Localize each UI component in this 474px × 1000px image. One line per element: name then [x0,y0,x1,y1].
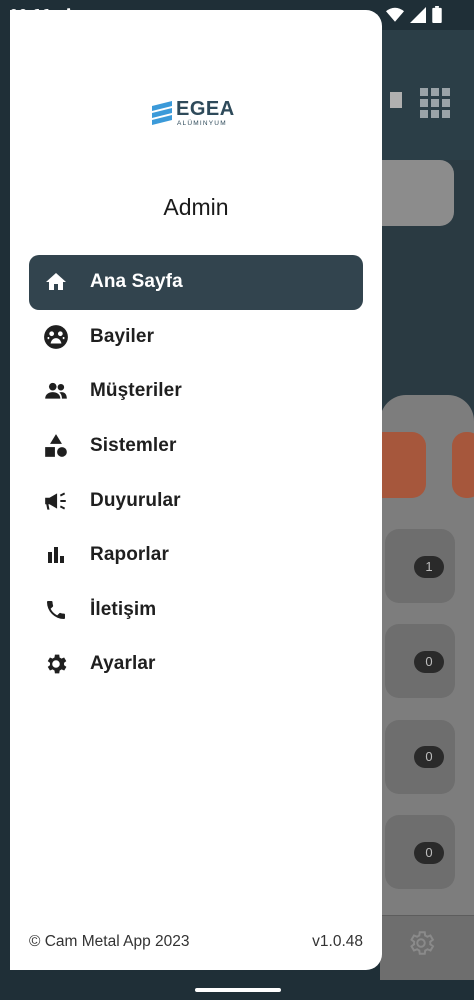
battery-icon [432,6,442,23]
settings-icon [43,651,69,677]
menu-item-bayiler[interactable]: Bayiler [29,310,363,365]
count-badge: 0 [414,842,444,864]
count-badge: 0 [414,746,444,768]
status-icons [386,6,442,23]
home-icon [43,269,69,295]
menu-item-duyurular[interactable]: Duyurular [29,473,363,528]
menu-item-sistemler[interactable]: Sistemler [29,419,363,474]
megaphone-icon [43,488,69,514]
systems-icon [43,433,69,459]
version-text: v1.0.48 [312,933,363,950]
logo-text: EGEA [176,98,235,120]
menu-label: İletişim [90,598,157,620]
menu-label: Duyurular [90,489,181,511]
menu-label: Sistemler [90,435,177,457]
phone-icon [43,597,69,623]
menu-item-iletisim[interactable]: İletişim [29,583,363,638]
bell-icon [390,92,402,108]
bar-chart-icon [43,542,69,568]
navigation-drawer: EGEA ALÜMINYUM Admin Ana Sayfa Bayiler M… [10,10,382,970]
settings-status-icon [62,8,75,20]
customers-icon [43,378,69,404]
dealers-icon [43,324,69,350]
home-indicator[interactable] [195,988,281,992]
background-orange-tile [452,432,474,498]
count-badge: 1 [414,556,444,578]
menu-label: Ana Sayfa [90,271,183,293]
menu-item-raporlar[interactable]: Raporlar [29,528,363,583]
menu-label: Müşteriler [90,380,182,402]
logo-subtext: ALÜMINYUM [177,120,227,127]
signal-icon [410,6,426,23]
menu-label: Raporlar [90,544,169,566]
menu-item-ayarlar[interactable]: Ayarlar [29,637,363,692]
menu-label: Bayiler [90,325,155,347]
copyright-text: © Cam Metal App 2023 [29,933,190,950]
egea-logo: EGEA ALÜMINYUM [150,98,240,138]
count-badge: 0 [414,651,444,673]
apps-grid-icon [420,88,450,118]
menu-item-musteriler[interactable]: Müşteriler [29,364,363,419]
status-time: 09:11 [9,6,53,24]
status-bar: 09:11 [0,0,474,30]
wifi-icon [386,7,404,22]
user-role-title: Admin [163,194,229,220]
menu-item-ana-sayfa[interactable]: Ana Sayfa [29,255,363,310]
menu-label: Ayarlar [90,653,156,675]
drawer-menu: Ana Sayfa Bayiler Müşteriler Sistemler D… [29,255,363,692]
settings-icon [410,931,435,955]
